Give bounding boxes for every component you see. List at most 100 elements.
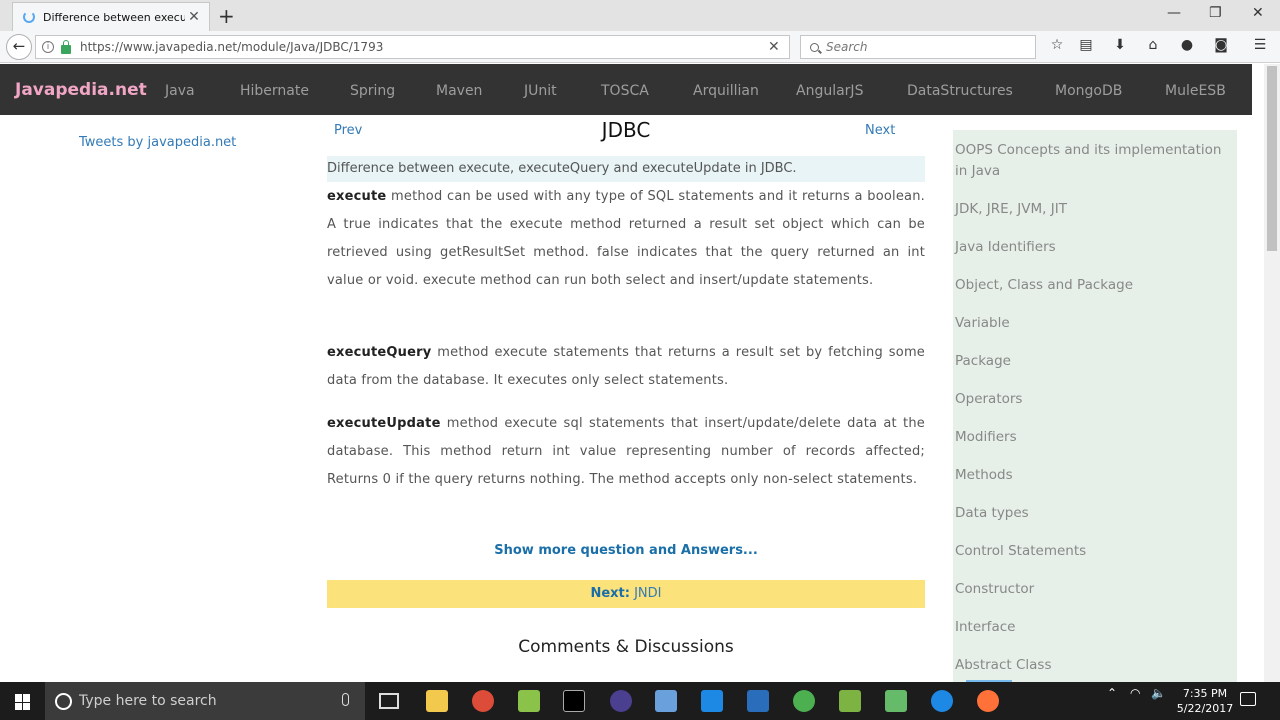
task-view-icon[interactable]	[379, 693, 399, 709]
url-clear-icon[interactable]: ✕	[768, 39, 780, 55]
page-scrollbar[interactable]	[1264, 64, 1280, 682]
nav-arquillian[interactable]: Arquillian	[693, 83, 759, 99]
search-input[interactable]: Search	[800, 35, 1036, 59]
search-icon	[810, 42, 819, 52]
question-text: Difference between execute, executeQuery…	[327, 156, 925, 182]
topic-sidebar: OOPS Concepts and its implementation in …	[953, 130, 1237, 682]
back-button[interactable]: ←	[6, 34, 32, 60]
windows-start-icon[interactable]	[15, 694, 31, 710]
firefox-icon[interactable]	[977, 690, 999, 712]
show-more-link[interactable]: Show more question and Answers...	[327, 543, 925, 558]
site-brand[interactable]: Javapedia.net	[15, 80, 147, 100]
scrollbar-thumb[interactable]	[1267, 66, 1277, 251]
sidebar-item-control-statements[interactable]: Control Statements	[955, 541, 1225, 562]
sidebar-item-jdk[interactable]: JDK, JRE, JVM, JIT	[955, 199, 1225, 220]
nav-mongodb[interactable]: MongoDB	[1055, 83, 1122, 99]
nav-angularjs[interactable]: AngularJS	[796, 83, 863, 99]
chrome-icon[interactable]	[472, 690, 494, 712]
sidebar-item-operators[interactable]: Operators	[955, 389, 1225, 410]
clock-time: 7:35 PM	[1182, 687, 1228, 700]
firefox-active-indicator	[966, 680, 1012, 682]
next-topic-link[interactable]: JNDI	[630, 586, 661, 601]
taskbar-search-placeholder: Type here to search	[79, 693, 217, 709]
sidebar-item-package[interactable]: Package	[955, 351, 1225, 372]
comments-heading: Comments & Discussions	[518, 637, 734, 657]
sidebar-item-constructor[interactable]: Constructor	[955, 579, 1225, 600]
volume-icon[interactable]: 🔈	[1151, 686, 1166, 700]
new-tab-button[interactable]: +	[218, 4, 235, 28]
microphone-icon[interactable]	[342, 693, 349, 706]
nav-spring[interactable]: Spring	[350, 83, 395, 99]
nav-java[interactable]: Java	[165, 83, 195, 99]
answer-term: executeUpdate	[327, 416, 441, 431]
notepad-icon[interactable]	[839, 690, 861, 712]
nav-junit[interactable]: JUnit	[524, 83, 557, 99]
reading-list-icon[interactable]: ▤	[1077, 37, 1095, 53]
browser-tab-strip: Difference between execut... ✕ + — ❐ ✕	[0, 0, 1280, 31]
nav-hibernate[interactable]: Hibernate	[240, 83, 309, 99]
eclipse-icon[interactable]	[610, 690, 632, 712]
window-close-button[interactable]: ✕	[1252, 5, 1264, 21]
window-minimize-button[interactable]: —	[1167, 5, 1181, 21]
file-explorer-icon[interactable]	[426, 690, 448, 712]
page-edge	[1252, 64, 1264, 682]
next-topic-label: Next:	[590, 586, 630, 601]
pocket-icon[interactable]: ◙	[1212, 37, 1230, 53]
sidebar-item-variable[interactable]: Variable	[955, 313, 1225, 334]
next-link[interactable]: Next	[865, 123, 895, 138]
answer-executeupdate: executeUpdate method execute sql stateme…	[327, 410, 925, 494]
mail-icon[interactable]	[701, 690, 723, 712]
visual-studio-icon[interactable]	[747, 690, 769, 712]
action-center-icon[interactable]	[1240, 692, 1256, 706]
home-icon[interactable]: ⌂	[1144, 37, 1162, 53]
nav-maven[interactable]: Maven	[436, 83, 482, 99]
next-topic-bar[interactable]: Next: JNDI	[327, 580, 925, 608]
sidebar-item-identifiers[interactable]: Java Identifiers	[955, 237, 1225, 258]
app-icon-1[interactable]	[518, 690, 540, 712]
sidebar-item-interface[interactable]: Interface	[955, 617, 1225, 638]
browser-tab[interactable]: Difference between execut... ✕	[12, 2, 210, 31]
app-icon-3[interactable]	[793, 690, 815, 712]
nav-tosca[interactable]: TOSCA	[601, 83, 649, 99]
sidebar-item-object-class[interactable]: Object, Class and Package	[955, 275, 1225, 296]
answer-executequery: executeQuery method execute statements t…	[327, 339, 925, 395]
sidebar-item-abstract-class[interactable]: Abstract Class	[955, 655, 1225, 676]
lock-icon[interactable]	[61, 39, 71, 54]
answer-body: method can be used with any type of SQL …	[327, 189, 925, 288]
taskbar-clock[interactable]: 7:35 PM 5/22/2017	[1170, 686, 1240, 716]
sidebar-item-modifiers[interactable]: Modifiers	[955, 427, 1225, 448]
download-icon[interactable]: ⬇	[1111, 37, 1129, 53]
bookmark-star-icon[interactable]: ☆	[1048, 37, 1066, 53]
network-icon[interactable]: ◠	[1130, 686, 1140, 700]
nav-datastructures[interactable]: DataStructures	[907, 83, 1013, 99]
url-text[interactable]: https://www.javapedia.net/module/Java/JD…	[80, 40, 383, 54]
answer-term: execute	[327, 189, 387, 204]
clock-date: 5/22/2017	[1176, 702, 1234, 715]
app-icon-2[interactable]	[655, 690, 677, 712]
answer-term: executeQuery	[327, 345, 432, 360]
tab-close-icon[interactable]: ✕	[185, 9, 203, 25]
photos-icon[interactable]	[885, 690, 907, 712]
sidebar-item-oops[interactable]: OOPS Concepts and its implementation in …	[955, 140, 1225, 182]
window-restore-button[interactable]: ❐	[1209, 5, 1222, 21]
taskbar-search-input[interactable]: Type here to search	[45, 682, 365, 720]
tab-title: Difference between execut...	[43, 10, 185, 24]
answer-execute: execute method can be used with any type…	[327, 183, 925, 295]
page-title: JDBC	[601, 118, 651, 142]
tweets-link[interactable]: Tweets by javapedia.net	[79, 135, 236, 150]
tray-expand-icon[interactable]: ⌃	[1107, 686, 1117, 700]
terminal-icon[interactable]	[563, 690, 585, 712]
site-header: Javapedia.net Java Hibernate Spring Mave…	[0, 64, 1252, 115]
loading-spinner-icon	[23, 11, 35, 23]
menu-icon[interactable]: ☰	[1251, 37, 1269, 53]
windows-taskbar: Type here to search	[0, 682, 1280, 720]
url-bar[interactable]: i https://www.javapedia.net/module/Java/…	[35, 35, 790, 59]
sidebar-item-data-types[interactable]: Data types	[955, 503, 1225, 524]
sidebar-item-methods[interactable]: Methods	[955, 465, 1225, 486]
nav-muleesb[interactable]: MuleESB	[1165, 83, 1226, 99]
search-placeholder: Search	[826, 40, 868, 54]
info-icon[interactable]: i	[42, 41, 54, 53]
cortana-icon[interactable]	[55, 692, 72, 710]
chat-icon[interactable]: ●	[1178, 37, 1196, 53]
edge-icon[interactable]	[931, 690, 953, 712]
